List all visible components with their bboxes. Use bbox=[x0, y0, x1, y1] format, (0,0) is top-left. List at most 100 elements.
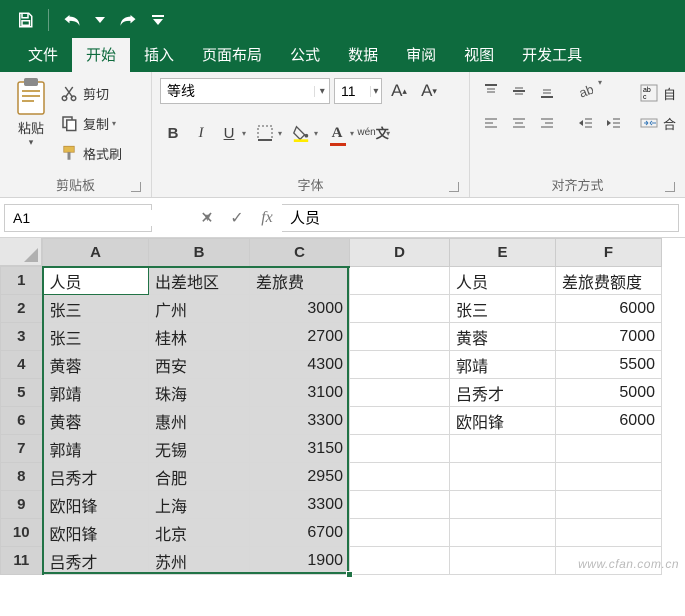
phonetic-dropdown[interactable]: ▾ bbox=[386, 129, 394, 138]
cell-F6[interactable]: 6000 bbox=[556, 407, 662, 435]
increase-font-button[interactable]: A▴ bbox=[386, 78, 412, 104]
cell-F1[interactable]: 差旅费额度 bbox=[556, 267, 662, 295]
font-name-input[interactable] bbox=[161, 83, 314, 99]
align-middle-button[interactable] bbox=[506, 78, 532, 104]
save-button[interactable] bbox=[8, 3, 42, 37]
cell-E1[interactable]: 人员 bbox=[450, 267, 556, 295]
fill-dropdown[interactable]: ▾ bbox=[314, 129, 322, 138]
cancel-formula-button[interactable]: ✕ bbox=[192, 204, 222, 232]
select-all-corner[interactable] bbox=[0, 238, 42, 266]
row-header-2[interactable]: 2 bbox=[1, 295, 43, 323]
cell-C4[interactable]: 4300 bbox=[250, 351, 350, 379]
cell-F10[interactable] bbox=[556, 519, 662, 547]
cell-A1[interactable]: 人员 bbox=[43, 267, 149, 295]
cell-B8[interactable]: 合肥 bbox=[149, 463, 250, 491]
cell-A5[interactable]: 郭靖 bbox=[43, 379, 149, 407]
cell-D5[interactable] bbox=[350, 379, 450, 407]
cell-A10[interactable]: 欧阳锋 bbox=[43, 519, 149, 547]
cell-B11[interactable]: 苏州 bbox=[149, 547, 250, 575]
font-color-button[interactable]: A bbox=[324, 120, 350, 146]
cell-E8[interactable] bbox=[450, 463, 556, 491]
cell-F4[interactable]: 5500 bbox=[556, 351, 662, 379]
row-header-9[interactable]: 9 bbox=[1, 491, 43, 519]
cell-C8[interactable]: 2950 bbox=[250, 463, 350, 491]
cell-E4[interactable]: 郭靖 bbox=[450, 351, 556, 379]
copy-button[interactable]: 复制 ▾ bbox=[60, 110, 122, 136]
paste-dropdown-icon[interactable]: ▾ bbox=[8, 137, 54, 148]
tab-开发工具[interactable]: 开发工具 bbox=[508, 38, 596, 72]
col-header-A[interactable]: A bbox=[43, 239, 149, 267]
cell-D8[interactable] bbox=[350, 463, 450, 491]
undo-button[interactable] bbox=[55, 3, 89, 37]
cell-F7[interactable] bbox=[556, 435, 662, 463]
underline-dropdown[interactable]: ▾ bbox=[242, 129, 250, 138]
cut-button[interactable]: 剪切 bbox=[60, 80, 122, 106]
cell-D9[interactable] bbox=[350, 491, 450, 519]
orientation-button[interactable]: ab bbox=[572, 78, 598, 104]
fill-color-button[interactable] bbox=[288, 120, 314, 146]
name-box-input[interactable] bbox=[5, 210, 202, 226]
cell-F3[interactable]: 7000 bbox=[556, 323, 662, 351]
cell-E7[interactable] bbox=[450, 435, 556, 463]
underline-button[interactable]: U bbox=[216, 120, 242, 146]
cell-A6[interactable]: 黄蓉 bbox=[43, 407, 149, 435]
tab-视图[interactable]: 视图 bbox=[450, 38, 508, 72]
copy-dropdown-icon[interactable]: ▾ bbox=[112, 119, 120, 128]
font-size-combo[interactable]: ▾ bbox=[334, 78, 382, 104]
col-header-B[interactable]: B bbox=[149, 239, 250, 267]
fx-button[interactable]: fx bbox=[252, 204, 282, 232]
align-center-button[interactable] bbox=[506, 110, 532, 136]
qat-customize[interactable] bbox=[149, 3, 167, 37]
tab-插入[interactable]: 插入 bbox=[130, 38, 188, 72]
cell-D6[interactable] bbox=[350, 407, 450, 435]
cell-E2[interactable]: 张三 bbox=[450, 295, 556, 323]
bold-button[interactable]: B bbox=[160, 120, 186, 146]
phonetic-button[interactable]: wén文 bbox=[360, 120, 386, 146]
cell-F9[interactable] bbox=[556, 491, 662, 519]
cell-D1[interactable] bbox=[350, 267, 450, 295]
row-header-3[interactable]: 3 bbox=[1, 323, 43, 351]
cell-A9[interactable]: 欧阳锋 bbox=[43, 491, 149, 519]
italic-button[interactable]: I bbox=[188, 120, 214, 146]
col-header-C[interactable]: C bbox=[250, 239, 350, 267]
chevron-down-icon[interactable]: ▾ bbox=[370, 86, 381, 97]
cell-E6[interactable]: 欧阳锋 bbox=[450, 407, 556, 435]
cell-A7[interactable]: 郭靖 bbox=[43, 435, 149, 463]
border-button[interactable] bbox=[252, 120, 278, 146]
cell-D10[interactable] bbox=[350, 519, 450, 547]
align-top-button[interactable] bbox=[478, 78, 504, 104]
cell-E5[interactable]: 吕秀才 bbox=[450, 379, 556, 407]
paste-button[interactable]: 粘贴 ▾ bbox=[8, 76, 54, 148]
cell-C9[interactable]: 3300 bbox=[250, 491, 350, 519]
cell-C3[interactable]: 2700 bbox=[250, 323, 350, 351]
merge-button[interactable]: 合 bbox=[640, 110, 676, 136]
row-header-5[interactable]: 5 bbox=[1, 379, 43, 407]
increase-indent-button[interactable] bbox=[600, 110, 626, 136]
tab-数据[interactable]: 数据 bbox=[334, 38, 392, 72]
cell-E9[interactable] bbox=[450, 491, 556, 519]
cell-B10[interactable]: 北京 bbox=[149, 519, 250, 547]
cell-C10[interactable]: 6700 bbox=[250, 519, 350, 547]
col-header-E[interactable]: E bbox=[450, 239, 556, 267]
col-header-F[interactable]: F bbox=[556, 239, 662, 267]
undo-dropdown[interactable] bbox=[93, 3, 107, 37]
cell-E11[interactable] bbox=[450, 547, 556, 575]
format-painter-button[interactable]: 格式刷 bbox=[60, 140, 122, 166]
cell-A2[interactable]: 张三 bbox=[43, 295, 149, 323]
cell-F8[interactable] bbox=[556, 463, 662, 491]
tab-文件[interactable]: 文件 bbox=[14, 38, 72, 72]
cell-F5[interactable]: 5000 bbox=[556, 379, 662, 407]
spreadsheet[interactable]: ABCDEF1人员出差地区差旅费人员差旅费额度2张三广州3000张三60003张… bbox=[0, 238, 685, 575]
cell-E10[interactable] bbox=[450, 519, 556, 547]
cell-B4[interactable]: 西安 bbox=[149, 351, 250, 379]
chevron-down-icon[interactable]: ▾ bbox=[314, 86, 329, 97]
cell-F2[interactable]: 6000 bbox=[556, 295, 662, 323]
cell-A4[interactable]: 黄蓉 bbox=[43, 351, 149, 379]
font-name-combo[interactable]: ▾ bbox=[160, 78, 330, 104]
tab-审阅[interactable]: 审阅 bbox=[392, 38, 450, 72]
cell-D4[interactable] bbox=[350, 351, 450, 379]
wrap-text-button[interactable]: abc自 bbox=[640, 80, 676, 106]
cell-A8[interactable]: 吕秀才 bbox=[43, 463, 149, 491]
name-box[interactable]: ▼ bbox=[4, 204, 152, 232]
cell-B5[interactable]: 珠海 bbox=[149, 379, 250, 407]
